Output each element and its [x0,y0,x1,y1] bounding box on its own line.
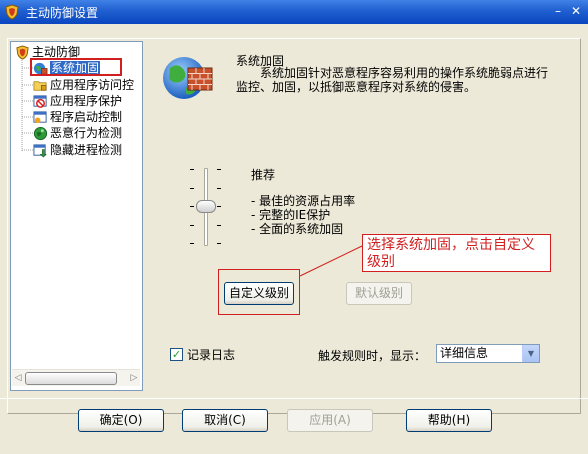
ok-button[interactable]: 确定(O) [78,409,164,432]
help-button[interactable]: 帮助(H) [406,409,492,432]
cancel-button[interactable]: 取消(C) [182,409,268,432]
display-mode-value: 详细信息 [440,346,489,360]
callout-leader-line [299,245,363,277]
log-checkbox-label: 记录日志 [187,348,236,362]
annotation-callout: 选择系统加固，点击自定义级别 [362,234,551,272]
dropdown-arrow-icon[interactable]: ▼ [522,345,539,362]
default-level-button[interactable]: 默认级别 [346,282,412,305]
display-mode-label: 触发规则时，显示： [318,349,427,363]
log-checkbox[interactable]: ✓ [170,348,183,361]
display-mode-select[interactable]: 详细信息 ▼ [436,344,540,363]
apply-button[interactable]: 应用(A) [287,409,373,432]
custom-level-button[interactable]: 自定义级别 [224,282,294,305]
log-checkbox-row[interactable]: ✓ 记录日志 [170,346,235,363]
